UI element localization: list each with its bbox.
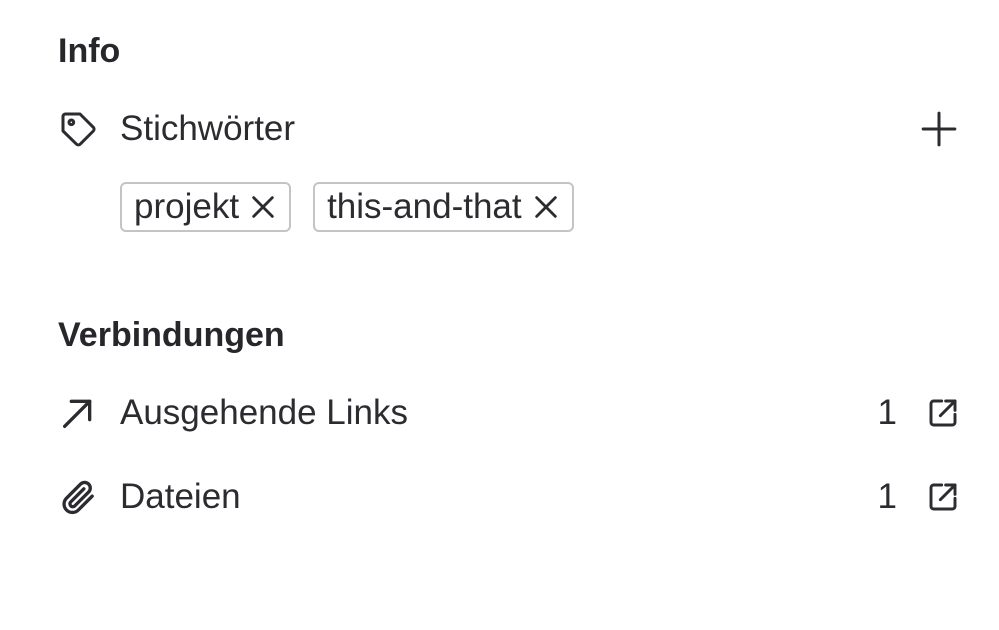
- close-icon: [252, 196, 274, 218]
- info-section-title: Info: [58, 32, 121, 70]
- keyword-tag[interactable]: projekt: [120, 182, 292, 232]
- open-files-button[interactable]: [927, 481, 959, 513]
- paperclip-icon: [58, 477, 98, 517]
- keyword-tags: projekt this-and-that: [120, 182, 574, 232]
- keyword-tag-label: this-and-that: [327, 187, 522, 226]
- open-outgoing-links-button[interactable]: [927, 397, 959, 429]
- plus-icon: [921, 111, 957, 147]
- close-icon: [534, 196, 557, 218]
- keyword-tag-label: projekt: [134, 187, 240, 226]
- tag-icon: [58, 109, 98, 149]
- connection-item-files[interactable]: Dateien 1: [58, 472, 959, 522]
- add-keyword-button[interactable]: [919, 109, 959, 149]
- connection-item-label: Ausgehende Links: [120, 393, 408, 432]
- external-link-icon: [929, 399, 957, 427]
- keyword-tag[interactable]: this-and-that: [313, 182, 574, 232]
- connection-item-count: 1: [877, 477, 897, 516]
- connection-item-count: 1: [877, 393, 897, 432]
- external-link-icon: [929, 483, 957, 511]
- connections-section-title: Verbindungen: [58, 316, 285, 354]
- connection-item-label: Dateien: [120, 477, 241, 516]
- remove-tag-button[interactable]: [532, 193, 560, 221]
- arrow-up-right-icon: [58, 393, 98, 433]
- remove-tag-button[interactable]: [249, 193, 277, 221]
- keywords-label: Stichwörter: [120, 109, 296, 148]
- connection-item-outgoing-links[interactable]: Ausgehende Links 1: [58, 388, 959, 438]
- keywords-row: Stichwörter: [58, 104, 959, 154]
